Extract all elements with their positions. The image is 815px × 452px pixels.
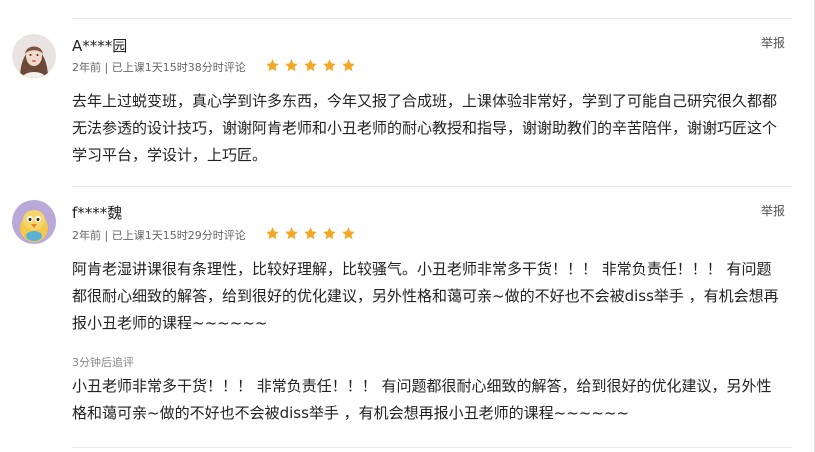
star-rating (265, 226, 356, 241)
user-avatar[interactable] (12, 34, 56, 78)
star-icon (285, 227, 298, 240)
review-meta: 2年前 | 已上课1天15时29分时评论 (72, 229, 246, 242)
woman-portrait-avatar-icon (12, 34, 56, 78)
username: f****魏 (72, 204, 123, 222)
cartoon-bird-avatar-icon (12, 200, 56, 244)
report-button[interactable]: 举报 (761, 34, 785, 51)
divider (72, 186, 792, 187)
star-icon (342, 227, 355, 240)
star-icon (304, 59, 317, 72)
review-content: 阿肯老湿讲课很有条理性，比较好理解，比较骚气。小丑老师非常多干货！！！ 非常负责… (72, 260, 779, 332)
user-avatar[interactable] (12, 200, 56, 244)
star-icon (285, 59, 298, 72)
star-icon (323, 227, 336, 240)
star-icon (266, 227, 279, 240)
username: A****园 (72, 37, 128, 55)
review-meta: 2年前 | 已上课1天15时38分时评论 (72, 61, 246, 74)
star-icon (266, 59, 279, 72)
followup-label: 3分钟后追评 (72, 356, 134, 369)
report-button[interactable]: 举报 (761, 202, 785, 219)
star-icon (304, 227, 317, 240)
divider (72, 447, 792, 448)
divider (72, 18, 792, 19)
star-icon (323, 59, 336, 72)
star-rating (265, 58, 356, 73)
star-icon (342, 59, 355, 72)
review-content: 去年上过蜕变班，真心学到许多东西，今年又报了合成班，上课体验非常好，学到了可能自… (72, 92, 778, 164)
followup-content: 小丑老师非常多干货！！！ 非常负责任！！！ 有问题都很耐心细致的解答，给到很好的… (72, 377, 772, 422)
